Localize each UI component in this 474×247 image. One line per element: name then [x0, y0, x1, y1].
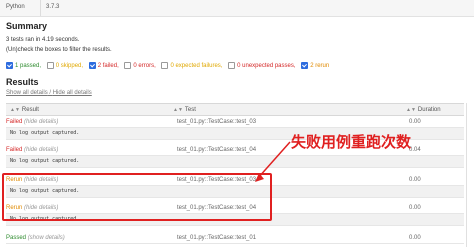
- annotation-text: 失败用例重跑次数: [291, 133, 412, 151]
- arrow-line: [257, 141, 291, 179]
- annotation-arrow: [255, 141, 291, 182]
- arrow-head: [255, 173, 264, 182]
